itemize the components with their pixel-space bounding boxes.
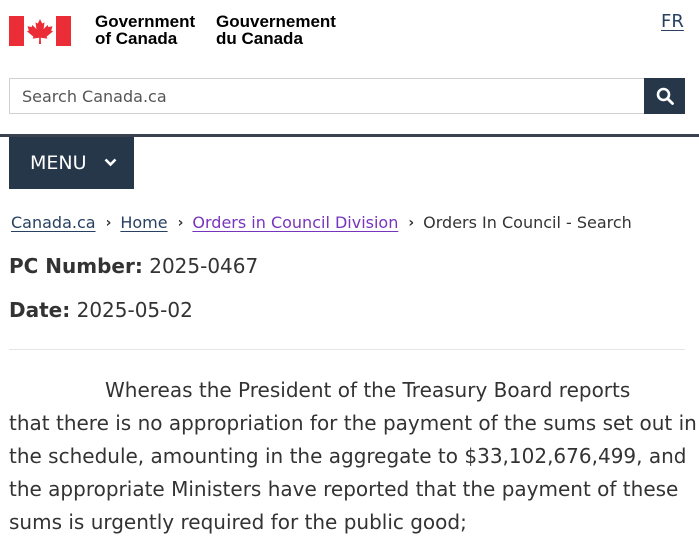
order-text-line: sums is urgently required for the public…	[9, 510, 467, 534]
menu-button[interactable]: MENU	[9, 137, 134, 189]
language-toggle-link[interactable]: FR	[661, 11, 684, 32]
wordmark-english[interactable]: Government of Canada	[95, 13, 195, 47]
breadcrumb-orders-in-council-division[interactable]: Orders in Council Division	[192, 213, 398, 232]
breadcrumb: Canada.ca › Home › Orders in Council Divisio…	[11, 213, 632, 232]
date-value: 2025-05-02	[76, 298, 193, 322]
chevron-right-icon: ›	[105, 215, 112, 231]
order-text-line: the appropriate Ministers have reported …	[9, 477, 679, 501]
search-icon	[656, 87, 674, 105]
order-text-line: Whereas the President of the Treasury Bo…	[105, 378, 631, 402]
breadcrumb-home[interactable]: Home	[120, 213, 167, 232]
site-header: Government of Canada Gouvernement du Can…	[0, 0, 699, 137]
pc-number-label: PC Number:	[9, 254, 143, 278]
chevron-right-icon: ›	[177, 215, 184, 231]
date-row: Date: 2025-05-02	[9, 298, 193, 322]
order-text-line: the schedule, amounting in the aggregate…	[9, 444, 687, 468]
breadcrumb-current-page: Orders In Council - Search	[423, 213, 632, 232]
date-label: Date:	[9, 298, 71, 322]
chevron-down-icon	[104, 158, 117, 167]
search-input[interactable]: Search Canada.ca	[9, 78, 644, 114]
menu-label: MENU	[30, 152, 87, 174]
canada-flag-icon	[9, 16, 71, 46]
order-text-line: that there is no appropriation for the p…	[9, 411, 697, 435]
content-divider	[9, 349, 685, 350]
chevron-right-icon: ›	[408, 215, 415, 231]
pc-number-value: 2025-0467	[149, 254, 259, 278]
search-placeholder: Search Canada.ca	[22, 87, 167, 106]
wordmark-french[interactable]: Gouvernement du Canada	[216, 13, 336, 47]
search-button[interactable]	[644, 78, 685, 114]
order-text: Whereas the President of the Treasury Bo…	[9, 374, 697, 539]
pc-number-row: PC Number: 2025-0467	[9, 254, 258, 278]
breadcrumb-canada-ca[interactable]: Canada.ca	[11, 213, 96, 232]
